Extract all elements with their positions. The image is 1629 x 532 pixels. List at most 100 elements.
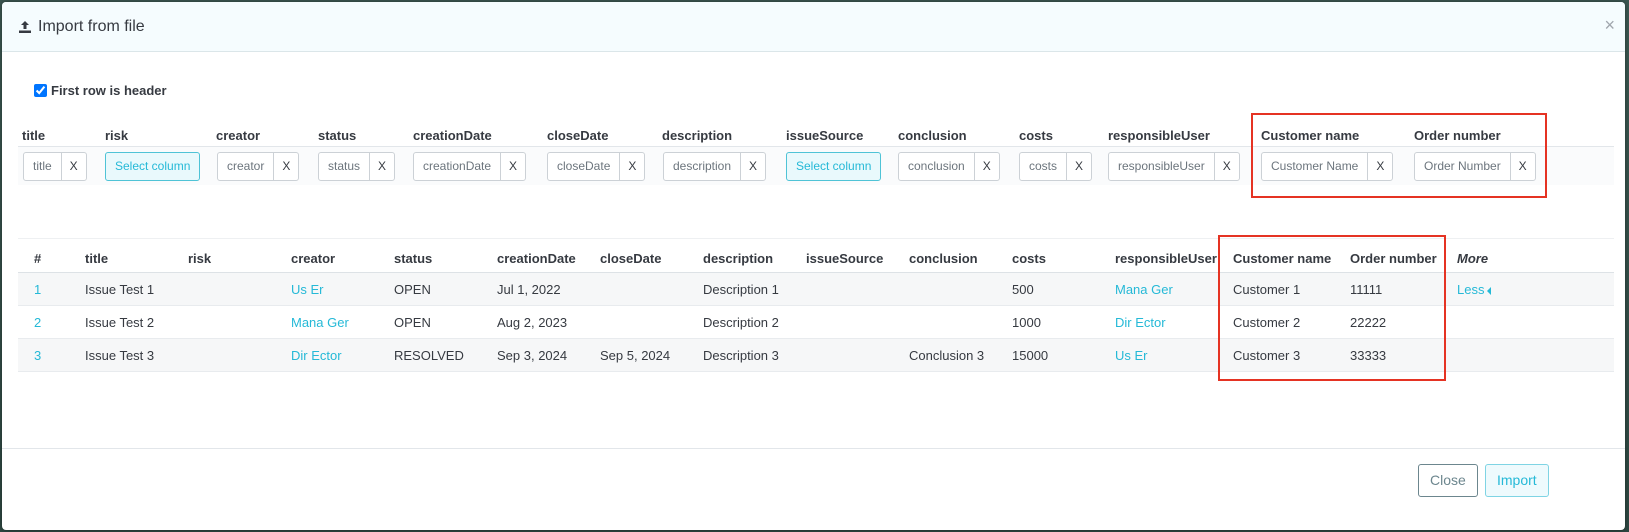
cell-creator-link[interactable]: Mana Ger [291,315,349,330]
cell-creationdate: Aug 2, 2023 [497,315,568,330]
select-column-button-risk[interactable]: Select column [105,152,201,181]
cell-costs: 500 [1012,282,1034,297]
map-chip-costs: costs X [1019,152,1093,181]
map-chip-name: creationDate [423,159,492,173]
cell-customer-name: Customer 1 [1233,282,1301,297]
table-row: 3 Issue Test 3 Dir Ector RESOLVED Sep 3,… [18,339,1614,372]
cell-title: Issue Test 1 [85,282,155,297]
map-chip-name: costs [1029,159,1058,173]
map-chip-name: description [673,159,732,173]
cell-title: Issue Test 3 [85,348,155,363]
preview-th-customer-name: Customer name [1233,251,1332,266]
remove-mapping-button[interactable]: X [1367,153,1392,180]
cell-description: Description 1 [703,282,779,297]
cell-creator-link[interactable]: Dir Ector [291,348,342,363]
row-index-link[interactable]: 2 [34,315,41,330]
cell-creationdate: Jul 1, 2022 [497,282,561,297]
preview-th-more: More [1457,251,1489,266]
map-label-order-number: Order number [1414,128,1501,143]
cell-description: Description 3 [703,348,779,363]
preview-th-closedate: closeDate [600,251,662,266]
first-row-header-checkbox[interactable]: First row is header [34,83,167,98]
map-label-creationdate: creationDate [413,128,492,143]
map-label-creator: creator [216,128,261,143]
map-chip-creationdate: creationDate X [413,152,527,181]
cell-creator-link[interactable]: Us Er [291,282,324,297]
cell-status: OPEN [394,315,431,330]
map-label-issuesource: issueSource [786,128,864,143]
table-row: 2 Issue Test 2 Mana Ger OPEN Aug 2, 2023… [18,306,1614,339]
preview-th-creator: creator [291,251,336,266]
preview-th-status: status [394,251,433,266]
map-label-title: title [22,128,46,143]
preview-th-index: # [34,251,42,266]
preview-th-order-number: Order number [1350,251,1437,266]
map-label-closedate: closeDate [547,128,609,143]
map-chip-responsibleuser: responsibleUser X [1108,152,1240,181]
row-index-link[interactable]: 1 [34,282,41,297]
modal-title: Import from file [38,17,145,35]
remove-mapping-button[interactable]: X [1509,153,1535,180]
cell-conclusion: Conclusion 3 [909,348,985,363]
map-chip-title: title X [23,152,87,181]
cell-responsibleuser-link[interactable]: Us Er [1115,348,1148,363]
remove-mapping-button[interactable]: X [1213,153,1239,180]
cell-creationdate: Sep 3, 2024 [497,348,568,363]
import-button[interactable]: Import [1485,464,1549,497]
map-chip-name: Order Number [1424,159,1501,173]
map-chip-name: creator [227,159,265,173]
map-label-conclusion: conclusion [898,128,967,143]
table-row: 1 Issue Test 1 Us Er OPEN Jul 1, 2022 De… [18,273,1614,306]
map-label-status: status [318,128,357,143]
map-chip-description: description X [663,152,767,181]
map-chip-closedate: closeDate X [547,152,646,181]
map-chip-status: status X [318,152,396,181]
cell-costs: 15000 [1012,348,1049,363]
mapping-fields-row: title X Select column creator X status X… [18,147,1614,185]
cell-title: Issue Test 2 [85,315,155,330]
import-modal: Import from file × First row is header t… [2,2,1625,530]
map-label-responsibleuser: responsibleUser [1108,128,1210,143]
cell-responsibleuser-link[interactable]: Mana Ger [1115,282,1173,297]
mapping-labels-row: title risk creator status creationDate c… [18,122,1614,147]
remove-mapping-button[interactable]: X [619,153,644,180]
cell-customer-name: Customer 3 [1233,348,1301,363]
select-column-button-issuesource[interactable]: Select column [786,152,882,181]
preview-th-costs: costs [1012,251,1046,266]
preview-th-creationdate: creationDate [497,251,576,266]
map-chip-name: title [33,159,52,173]
map-label-costs: costs [1019,128,1053,143]
close-icon[interactable]: × [1604,16,1615,34]
preview-table: # title risk creator status creationDate… [18,238,1614,372]
remove-mapping-button[interactable]: X [273,153,298,180]
map-chip-name: status [328,159,361,173]
cell-description: Description 2 [703,315,779,330]
first-row-header-input[interactable] [34,84,47,97]
modal-title-wrap: Import from file [18,18,145,36]
map-chip-conclusion: conclusion X [898,152,1000,181]
map-label-risk: risk [105,128,129,143]
map-label-customer-name: Customer name [1261,128,1360,143]
cell-status: OPEN [394,282,431,297]
close-button[interactable]: Close [1418,464,1478,497]
preview-th-title: title [85,251,109,266]
preview-th-conclusion: conclusion [909,251,978,266]
preview-header-row: # title risk creator status creationDate… [18,238,1614,273]
remove-mapping-button[interactable]: X [369,153,394,180]
modal-header: Import from file × [2,2,1625,52]
remove-mapping-button[interactable]: X [1066,153,1091,180]
cell-order-number: 33333 [1350,348,1387,363]
row-index-link[interactable]: 3 [34,348,41,363]
remove-mapping-button[interactable]: X [973,153,999,180]
remove-mapping-button[interactable]: X [60,153,86,180]
remove-mapping-button[interactable]: X [740,153,765,180]
less-toggle[interactable]: Less [1457,282,1492,297]
remove-mapping-button[interactable]: X [500,153,525,180]
map-chip-customer-name: Customer Name X [1261,152,1394,181]
preview-th-responsibleuser: responsibleUser [1115,251,1217,266]
cell-responsibleuser-link[interactable]: Dir Ector [1115,315,1166,330]
cell-order-number: 22222 [1350,315,1387,330]
preview-th-risk: risk [188,251,212,266]
cell-order-number: 11111 [1350,282,1383,297]
cell-costs: 1000 [1012,315,1041,330]
